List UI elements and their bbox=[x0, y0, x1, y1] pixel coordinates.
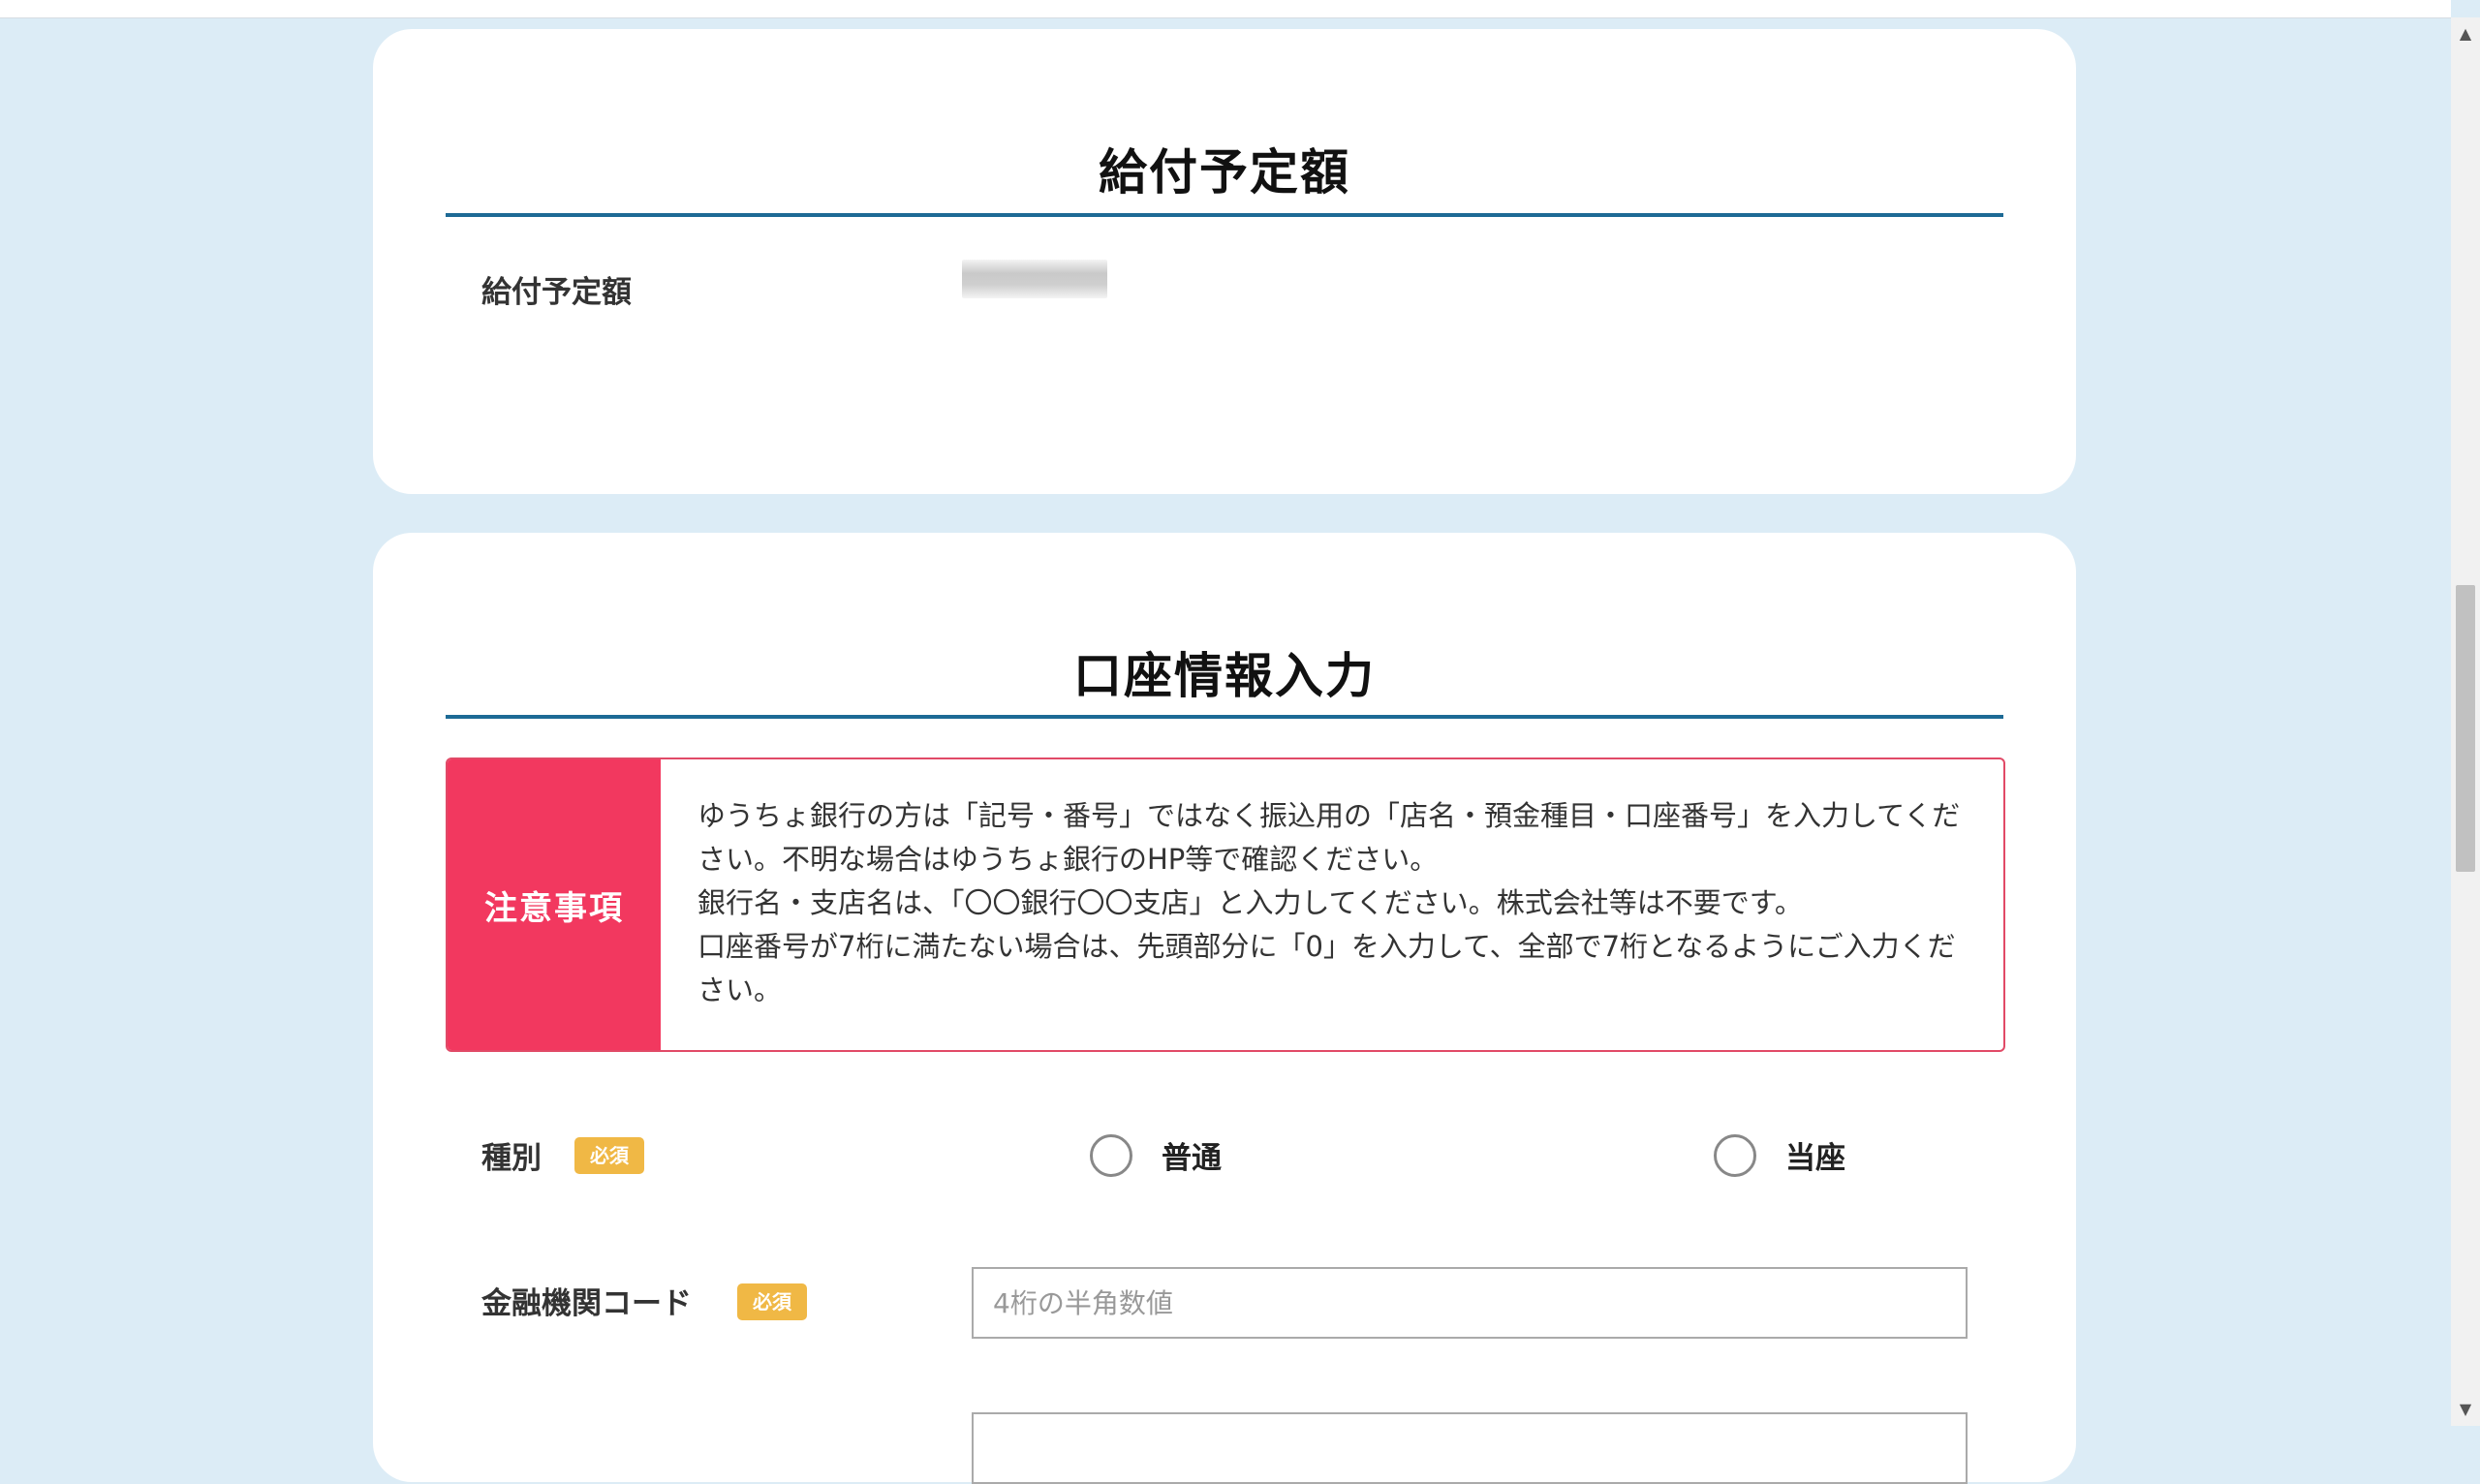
required-badge: 必須 bbox=[574, 1137, 644, 1174]
radio-futsu-label[interactable]: 普通 bbox=[1162, 1133, 1222, 1177]
form-area: 種別 必須 普通 当座 金融機関コード 必須 bbox=[373, 0, 2076, 1484]
required-badge: 必須 bbox=[737, 1283, 807, 1320]
account-kind-label: 種別 bbox=[481, 1141, 542, 1176]
triangle-up-icon[interactable]: ▲ bbox=[2451, 21, 2480, 46]
vertical-scrollbar[interactable]: ▲ ▼ bbox=[2451, 17, 2480, 1426]
radio-futsu[interactable]: 普通 bbox=[1090, 1133, 1222, 1177]
radio-empty-icon[interactable] bbox=[1714, 1133, 1756, 1177]
institution-code-label: 金融機関コード bbox=[481, 1286, 692, 1321]
scrollbar-thumb[interactable] bbox=[2456, 585, 2475, 872]
next-field-input[interactable] bbox=[972, 1412, 1968, 1484]
radio-empty-icon[interactable] bbox=[1090, 1133, 1132, 1177]
institution-code-input[interactable] bbox=[972, 1267, 1968, 1339]
radio-touza[interactable]: 当座 bbox=[1714, 1133, 1845, 1177]
radio-touza-label[interactable]: 当座 bbox=[1785, 1133, 1845, 1177]
triangle-down-icon[interactable]: ▼ bbox=[2451, 1397, 2480, 1422]
